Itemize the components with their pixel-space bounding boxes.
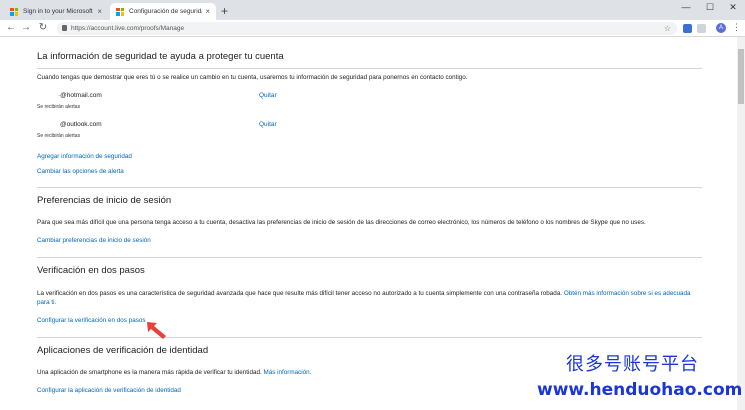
security-info-heading: La información de seguridad te ayuda a p… [37, 51, 284, 62]
tab-sign-in[interactable]: Sign in to your Microsoft accou × [4, 3, 108, 20]
scrollbar-thumb[interactable] [738, 49, 744, 104]
tab-security-settings[interactable]: Configuración de seguridad × [110, 3, 216, 20]
divider [37, 337, 702, 338]
browser-toolbar: ← → ↻ https://account.live.com/proofs/Ma… [0, 20, 745, 37]
alerts-note: Se recibirán alertas [37, 133, 81, 139]
security-info-description: Cuando tengas que demostrar que eres tú … [37, 74, 468, 81]
signin-prefs-description: Para que sea más difícil que una persona… [37, 219, 646, 226]
remove-hotmail-link[interactable]: Quitar [259, 92, 277, 99]
hotmail-address: ·@hotmail.com [58, 92, 102, 99]
tab-title: Configuración de seguridad [129, 8, 203, 15]
extension-icon[interactable] [697, 24, 706, 33]
annotation-arrow-icon [147, 322, 166, 339]
signin-prefs-heading: Preferencias de inicio de sesión [37, 195, 172, 206]
maximize-button[interactable]: ☐ [700, 2, 720, 13]
identity-apps-text: Una aplicación de smartphone es la maner… [37, 369, 262, 376]
browser-menu-icon[interactable]: ⋮ [732, 22, 741, 33]
reload-icon[interactable]: ↻ [37, 22, 49, 34]
bookmark-star-icon[interactable]: ☆ [664, 22, 671, 35]
change-alert-options-link[interactable]: Cambiar las opciones de alerta [37, 167, 124, 176]
divider [37, 68, 702, 69]
identity-apps-heading: Aplicaciones de verificación de identida… [37, 345, 209, 356]
add-security-info-link[interactable]: Agregar información de seguridad [37, 152, 132, 161]
identity-apps-more-info-link[interactable]: Más información. [263, 369, 311, 376]
close-window-button[interactable]: ✕ [723, 2, 743, 13]
back-icon[interactable]: ← [5, 22, 17, 34]
tab-title: Sign in to your Microsoft accou [23, 8, 94, 15]
close-tab-icon[interactable]: × [205, 7, 210, 16]
scrollbar[interactable] [737, 37, 745, 410]
avatar[interactable]: A [716, 23, 726, 33]
outlook-address: @outlook.com [60, 121, 102, 128]
minimize-button[interactable]: — [676, 2, 696, 12]
new-tab-button[interactable]: + [221, 4, 228, 18]
extension-icon[interactable] [683, 24, 692, 33]
two-step-heading: Verificación en dos pasos [37, 265, 145, 276]
watermark-chinese: 很多号账号平台 [566, 354, 699, 375]
setup-identity-app-link[interactable]: Configurar la aplicación de verificación… [37, 386, 181, 395]
microsoft-logo-icon [10, 7, 18, 16]
alerts-note: Se recibirán alertas [37, 104, 81, 110]
two-step-description: La verificación en dos pasos es una cara… [37, 289, 697, 307]
divider [37, 257, 702, 258]
identity-apps-description: Una aplicación de smartphone es la maner… [37, 368, 311, 377]
lock-icon [62, 25, 67, 31]
change-signin-prefs-link[interactable]: Cambiar preferencias de inicio de sesión [37, 236, 151, 245]
watermark-url: www.henduohao.com [537, 380, 743, 400]
microsoft-logo-icon [116, 7, 124, 16]
forward-icon[interactable]: → [20, 22, 32, 34]
setup-two-step-link[interactable]: Configurar la verificación en dos pasos [37, 316, 146, 325]
divider [37, 187, 702, 188]
remove-outlook-link[interactable]: Quitar [259, 121, 277, 128]
close-tab-icon[interactable]: × [97, 7, 102, 16]
tab-strip: Sign in to your Microsoft accou × Config… [0, 0, 745, 20]
address-bar[interactable]: https://account.live.com/proofs/Manage ☆ [57, 22, 677, 35]
url-text: https://account.live.com/proofs/Manage [71, 25, 185, 32]
two-step-text: La verificación en dos pasos es una cara… [37, 290, 563, 297]
